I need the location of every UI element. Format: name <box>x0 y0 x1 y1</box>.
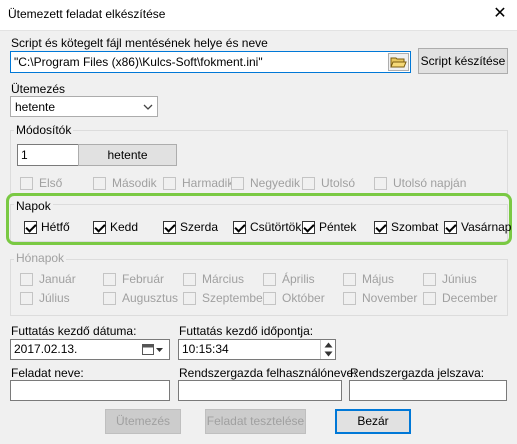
checkbox[interactable] <box>24 221 37 234</box>
checkbox[interactable] <box>263 273 276 286</box>
checkbox[interactable] <box>423 273 436 286</box>
checkbox[interactable] <box>423 292 436 305</box>
modifiers-group-label: Módosítók <box>14 123 74 137</box>
checkbox[interactable] <box>374 221 387 234</box>
checkbox[interactable] <box>93 177 106 190</box>
start-date-label: Futtatás kezdő dátuma: <box>11 324 137 338</box>
months-group-label: Hónapok <box>14 251 67 265</box>
checkbox[interactable] <box>183 273 196 286</box>
start-date-picker[interactable]: 2017.02.13. <box>10 339 170 360</box>
admin-user-input[interactable] <box>178 380 342 401</box>
window-title: Ütemezett feladat elkészítése <box>8 7 166 21</box>
checkbox[interactable] <box>163 221 176 234</box>
days-highlight <box>6 193 512 245</box>
modifier-unit-button[interactable]: hetente <box>78 144 177 166</box>
checkbox[interactable] <box>103 292 116 305</box>
time-spinner[interactable] <box>320 340 336 359</box>
test-task-button[interactable]: Feladat tesztelése <box>205 409 306 434</box>
admin-user-label: Rendszergazda felhasználóneve: <box>179 366 357 380</box>
browse-folder-button[interactable] <box>388 53 409 71</box>
start-time-input[interactable]: 10:15:34 <box>178 339 336 360</box>
folder-open-icon <box>390 57 407 68</box>
checkbox[interactable] <box>103 273 116 286</box>
schedule-label: Ütemezés <box>11 82 66 96</box>
spin-up-icon[interactable] <box>324 342 333 348</box>
start-time-value: 10:15:34 <box>182 342 229 356</box>
start-time-label: Futtatás kezdő időpontja: <box>179 324 314 338</box>
checkbox[interactable] <box>444 221 457 234</box>
admin-pass-input[interactable] <box>349 380 507 401</box>
schedule-select[interactable]: hetente <box>10 96 158 117</box>
days-group-label: Napok <box>14 199 53 213</box>
checkbox[interactable] <box>163 177 176 190</box>
close-button[interactable]: Bezár <box>335 409 411 434</box>
months-group <box>10 259 508 316</box>
script-path-value: "C:\Program Files (x86)\Kulcs-Soft\fokme… <box>14 55 263 69</box>
checkbox[interactable] <box>20 177 33 190</box>
checkbox[interactable] <box>343 273 356 286</box>
chevron-down-icon <box>143 104 153 110</box>
spin-down-icon[interactable] <box>324 351 333 357</box>
checkbox[interactable] <box>20 273 33 286</box>
checkbox[interactable] <box>93 221 106 234</box>
close-icon[interactable]: ✕ <box>488 3 512 25</box>
task-name-label: Feladat neve: <box>11 366 84 380</box>
schedule-select-value: hetente <box>15 100 56 114</box>
start-date-value: 2017.02.13. <box>14 342 78 356</box>
checkbox[interactable] <box>302 221 315 234</box>
checkbox[interactable] <box>374 177 387 190</box>
script-path-input[interactable]: "C:\Program Files (x86)\Kulcs-Soft\fokme… <box>10 51 411 73</box>
modifier-count-input[interactable]: 1 <box>17 144 79 166</box>
checkbox[interactable] <box>183 292 196 305</box>
schedule-button[interactable]: Ütemezés <box>105 409 181 434</box>
calendar-icon[interactable] <box>142 344 164 356</box>
make-script-button[interactable]: Script készítése <box>418 48 508 74</box>
checkbox[interactable] <box>263 292 276 305</box>
checkbox[interactable] <box>233 221 246 234</box>
checkbox[interactable] <box>20 292 33 305</box>
script-path-label: Script és kötegelt fájl mentésének helye… <box>11 36 268 50</box>
admin-pass-label: Rendszergazda jelszava: <box>350 366 485 380</box>
checkbox[interactable] <box>231 177 244 190</box>
task-name-input[interactable] <box>10 380 170 401</box>
checkbox[interactable] <box>302 177 315 190</box>
checkbox[interactable] <box>343 292 356 305</box>
title-bar: Ütemezett feladat elkészítése ✕ <box>0 0 517 31</box>
